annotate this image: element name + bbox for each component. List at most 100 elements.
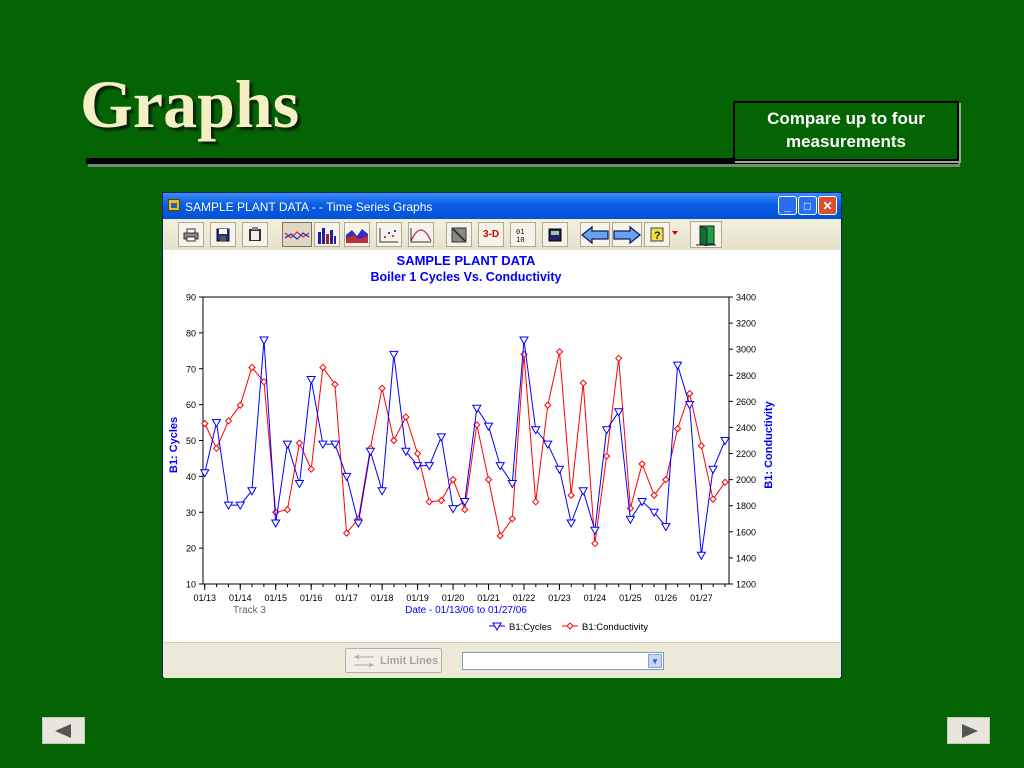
cycles-line [204,340,726,556]
limit-lines-button[interactable]: Limit Lines [345,648,442,673]
conductivity-point [626,504,635,513]
cycles-point [365,447,376,457]
conductivity-point [531,498,540,506]
forward-button[interactable] [612,222,642,247]
cycles-point [672,361,683,371]
conductivity-point [567,491,575,499]
minimize-button[interactable]: _ [778,196,797,215]
cycles-point [294,480,305,489]
scatter-chart-button[interactable] [376,222,402,247]
conductivity-point [579,379,587,387]
y2-tick-label: 2200 [736,449,756,459]
cycles-point [708,465,718,475]
save-icon [216,228,230,241]
exit-button[interactable] [690,221,722,248]
conductivity-point [591,539,599,548]
back-button[interactable] [580,222,610,247]
save-button[interactable] [210,222,236,247]
x-tick-label: 01/13 [194,593,217,603]
y-tick-label: 20 [186,544,196,554]
cycles-point [341,472,352,482]
x-tick-label: 01/26 [655,593,678,603]
y2-tick-label: 2800 [736,371,756,381]
conductivity-point [614,354,623,363]
calculator-button[interactable] [542,222,568,247]
area-chart-button[interactable] [344,222,370,247]
series-layer [199,336,730,561]
diagonal-button[interactable] [446,222,472,247]
chart-area: SAMPLE PLANT DATA Boiler 1 Cycles Vs. Co… [164,250,840,642]
conductivity-point [413,449,422,458]
svg-text:01: 01 [516,228,524,236]
x-tick-label: 01/22 [513,593,536,603]
area-chart-icon [346,228,368,243]
previous-slide-button[interactable] [42,717,85,744]
conductivity-point [544,401,552,409]
window-title: SAMPLE PLANT DATA - - Time Series Graphs [185,200,433,214]
cycles-point [353,519,364,529]
next-slide-button[interactable] [947,717,990,744]
cycles-point [259,336,269,346]
series-select[interactable]: ▼ [462,652,664,670]
legend-cycles-label: B1:Cycles [509,622,552,633]
cycles-point [448,505,458,514]
conductivity-point [508,515,516,523]
cycles-point [495,462,506,471]
conductivity-point [697,442,706,450]
bar-chart-button[interactable] [314,222,340,247]
cycles-point [578,487,589,496]
cycles-point [613,408,624,417]
conductivity-point [461,505,469,514]
print-button[interactable] [178,222,204,247]
conductivity-point [685,389,694,398]
help-button[interactable]: ? [644,222,670,247]
cycles-point [566,519,577,529]
x-axis-label: Date - 01/13/06 to 01/27/06 [405,605,527,616]
y-tick-label: 60 [186,400,196,410]
line-chart-button[interactable] [282,222,312,247]
y2-tick-label: 2000 [736,475,756,485]
conductivity-point [378,384,386,393]
curve-chart-icon [410,227,432,242]
cycles-point [471,404,482,414]
y-tick-label: 30 [186,508,196,518]
maximize-button[interactable]: □ [798,196,817,215]
conductivity-point [212,444,221,453]
print-icon [183,228,199,241]
help-dropdown-icon[interactable] [672,231,678,235]
maximize-icon: □ [803,199,812,213]
cycles-point [625,515,636,525]
y-axis-label: B1: Cycles [168,417,180,473]
conductivity-point [437,496,446,505]
conductivity-point [602,452,611,460]
x-tick-label: 01/23 [548,593,571,603]
cycles-point [424,462,435,471]
chart-subtitle: Boiler 1 Cycles Vs. Conductivity [370,270,561,284]
conductivity-point [484,475,493,484]
time-series-chart: SAMPLE PLANT DATA Boiler 1 Cycles Vs. Co… [168,253,775,633]
conductivity-point [638,460,646,468]
conductivity-point [566,622,574,630]
conductivity-point [496,532,504,540]
y2-tick-label: 2600 [736,397,756,407]
conductivity-line [204,351,726,544]
x-tick-label: 01/14 [229,593,252,603]
3d-button[interactable]: 3-D [478,222,504,247]
cycles-point [661,523,671,532]
close-button[interactable]: ✕ [818,196,837,215]
cycles-point [199,469,210,478]
values-button[interactable]: 01 10 [510,222,536,247]
conductivity-point [673,425,682,433]
y2-tick-label: 1800 [736,501,756,511]
exit-door-icon [696,224,716,246]
cycles-point [270,519,281,529]
cycles-point [388,350,399,360]
conductivity-point [709,495,717,503]
window-titlebar[interactable]: SAMPLE PLANT DATA - - Time Series Graphs… [163,193,841,219]
clipboard-button[interactable] [242,222,268,247]
curve-chart-button[interactable] [408,222,434,247]
chevron-down-icon[interactable]: ▼ [648,654,662,668]
y2-tick-label: 3400 [736,293,756,303]
y-tick-label: 50 [186,436,196,446]
y-tick-label: 10 [186,580,196,590]
